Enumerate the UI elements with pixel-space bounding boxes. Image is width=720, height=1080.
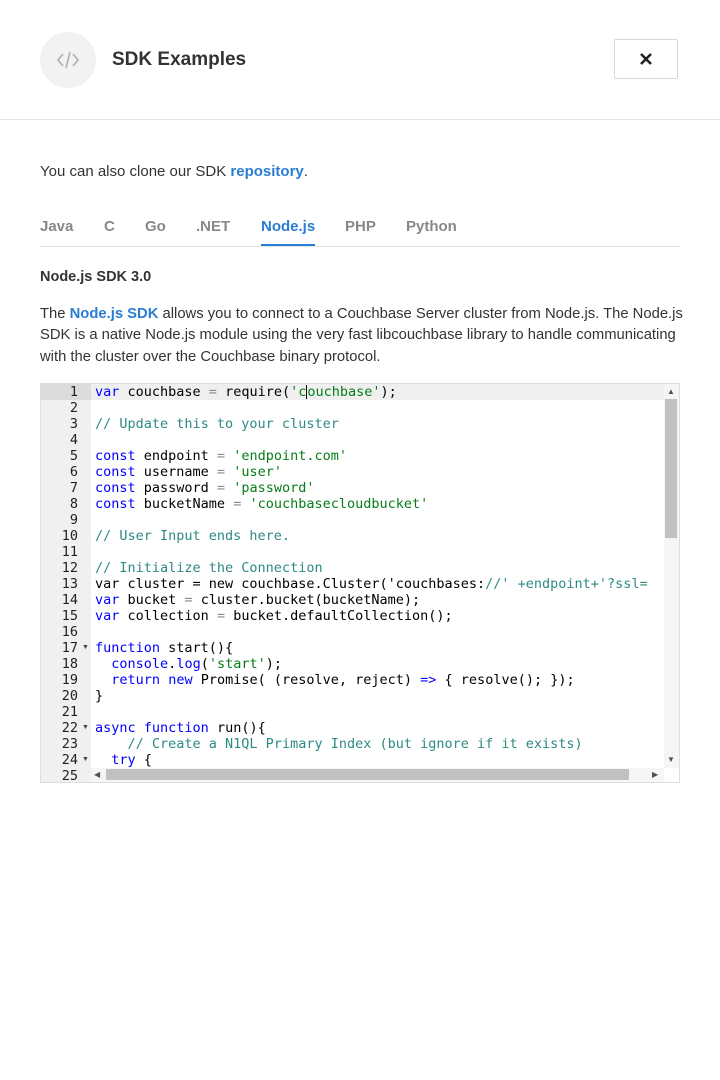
tab-python[interactable]: Python [406,218,457,244]
horizontal-scrollbar[interactable]: ◀ ▶ [91,768,664,782]
line-number: 7 [69,480,78,496]
code-line[interactable]: const endpoint = 'endpoint.com' [95,448,347,464]
tab-dotnet[interactable]: .NET [196,218,230,244]
modal-title: SDK Examples [112,49,247,70]
line-number: 14 [61,592,78,608]
code-line[interactable]: // User Input ends here. [95,528,290,544]
code-line[interactable]: // Initialize the Connection [95,560,323,576]
line-number: 12 [61,560,78,576]
line-number: 24 [61,752,78,768]
code-line[interactable]: var bucket = cluster.bucket(bucketName); [95,592,420,608]
code-line[interactable]: // Update this to your cluster [95,416,339,432]
line-number: 22 [61,720,78,736]
line-number: 13 [61,576,78,592]
scroll-left-arrow-icon[interactable]: ◀ [94,770,100,780]
code-line[interactable]: const username = 'user' [95,464,282,480]
line-number: 5 [69,448,78,464]
tab-go[interactable]: Go [145,218,166,244]
line-number: 9 [69,512,78,528]
vertical-scrollbar[interactable]: ▲ ▼ [664,384,679,768]
scroll-down-arrow-icon[interactable]: ▼ [667,755,675,765]
intro-text: You can also clone our SDK repository. [40,163,308,180]
code-icon [40,32,96,88]
code-line[interactable]: console.log('start'); [95,656,282,672]
code-line[interactable]: return new Promise( (resolve, reject) =>… [95,672,574,688]
code-line[interactable]: var couchbase = require('couchbase'); [95,384,397,400]
code-editor[interactable]: 1 2 3 4 5 6 7 8 9 10 11 12 13 14 15 16 17 ▼ 18 19 20 21 22 ▼ 23 2… [40,383,680,783]
scroll-up-arrow-icon[interactable]: ▲ [667,387,675,397]
line-number: 11 [61,544,78,560]
modal-header: SDK Examples [0,0,720,120]
line-number: 21 [61,704,78,720]
line-number: 18 [61,656,78,672]
tab-php[interactable]: PHP [345,218,376,244]
nodejs-sdk-link[interactable]: Node.js SDK [70,306,159,322]
section-title: Node.js SDK 3.0 [40,269,152,285]
code-line[interactable]: var cluster = new couchbase.Cluster('cou… [95,576,648,592]
sdk-description: The Node.js SDK allows you to connect to… [40,304,685,368]
line-number: 19 [61,672,78,688]
fold-toggle-icon[interactable]: ▼ [82,752,89,768]
intro-text-prefix: You can also clone our SDK [40,163,231,180]
line-number: 25 [61,768,78,783]
code-line[interactable]: var collection = bucket.defaultCollectio… [95,608,453,624]
code-line[interactable]: } [95,688,103,704]
code-line[interactable]: try { [95,752,152,768]
repository-link[interactable]: repository [230,163,303,180]
horizontal-scroll-thumb[interactable] [106,769,629,780]
line-number: 6 [69,464,78,480]
code-line[interactable]: const password = 'password' [95,480,314,496]
line-number-gutter: 1 2 3 4 5 6 7 8 9 10 11 12 13 14 15 16 17 ▼ 18 19 20 21 22 ▼ 23 2… [41,384,91,782]
close-icon [640,53,652,65]
code-line[interactable]: // Create a N1QL Primary Index (but igno… [95,736,583,752]
tab-java[interactable]: Java [40,218,73,244]
scroll-right-arrow-icon[interactable]: ▶ [652,770,658,780]
description-prefix: The [40,306,70,322]
code-line[interactable]: function start(){ [95,640,233,656]
tab-nodejs[interactable]: Node.js [261,218,316,246]
line-number: 15 [61,608,78,624]
close-button[interactable] [614,39,678,79]
line-number: 1 [69,384,78,400]
line-number: 4 [69,432,78,448]
tab-c[interactable]: C [104,218,115,244]
line-number: 3 [69,416,78,432]
vertical-scroll-thumb[interactable] [665,399,677,538]
line-number: 23 [61,736,78,752]
fold-toggle-icon[interactable]: ▼ [82,640,89,656]
line-number: 16 [61,624,78,640]
line-number: 2 [69,400,78,416]
code-line[interactable]: async function run(){ [95,720,266,736]
line-number: 20 [61,688,78,704]
sdk-tabs: Java C Go .NET Node.js PHP Python [40,210,680,247]
line-number: 10 [61,528,78,544]
intro-text-suffix: . [303,163,308,180]
code-line[interactable]: const bucketName = 'couchbasecloudbucket… [95,496,428,512]
fold-toggle-icon[interactable]: ▼ [82,720,89,736]
code-content[interactable]: var couchbase = require('couchbase'); // … [95,384,665,768]
line-number: 17 [61,640,78,656]
line-number: 8 [69,496,78,512]
